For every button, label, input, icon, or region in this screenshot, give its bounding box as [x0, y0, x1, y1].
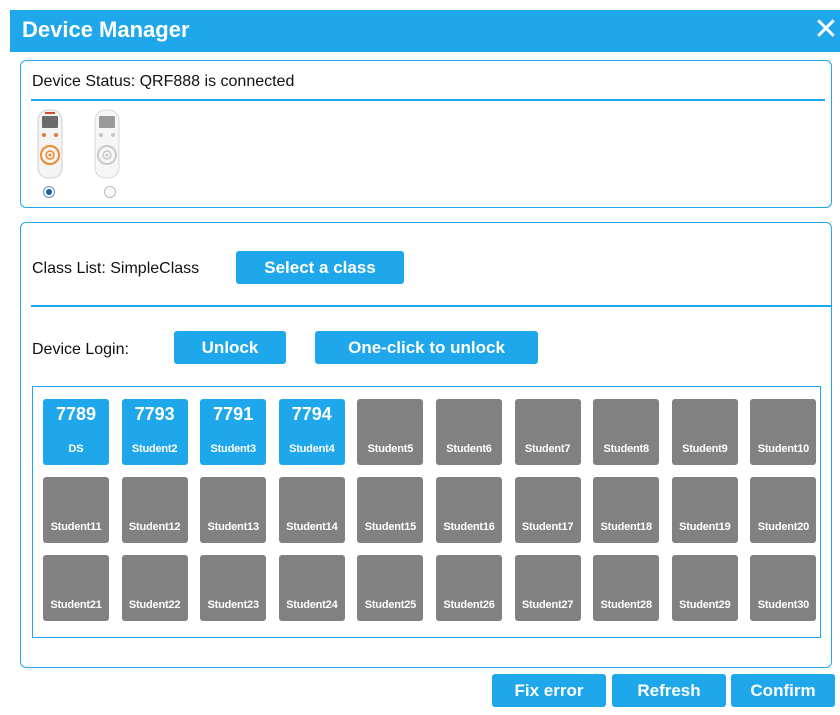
student-name: Student28	[600, 599, 653, 611]
student-name: Student3	[210, 443, 256, 455]
student-tile[interactable]: Student23	[200, 555, 267, 621]
student-name: Student12	[128, 521, 181, 533]
status-divider	[31, 99, 825, 101]
student-name: Student18	[600, 521, 653, 533]
student-name: Student7	[524, 443, 571, 455]
student-name: Student13	[207, 521, 260, 533]
student-name: Student11	[50, 521, 102, 533]
student-name: Student6	[446, 443, 492, 455]
student-tile[interactable]: 7793 Student2	[121, 399, 188, 465]
device-status-panel: Device Status: QRF888 is connected	[20, 60, 832, 208]
refresh-button[interactable]: Refresh	[612, 674, 726, 707]
class-panel: Class List: SimpleClass Select a class D…	[20, 222, 832, 668]
student-name: Student24	[286, 599, 338, 611]
class-divider	[31, 305, 831, 307]
student-name: Student4	[289, 443, 335, 455]
student-tile[interactable]: Student5	[357, 399, 424, 465]
unlock-button[interactable]: Unlock	[174, 331, 286, 364]
student-tile[interactable]: Student25	[357, 555, 424, 621]
select-class-button[interactable]: Select a class	[236, 251, 404, 284]
student-tile[interactable]: Student10	[750, 399, 817, 465]
student-tile[interactable]: Student8	[593, 399, 660, 465]
student-name: Student5	[367, 443, 414, 455]
title-bar: Device Manager ✕	[10, 10, 840, 52]
student-name: Student10	[757, 443, 810, 455]
student-tile[interactable]: Student18	[593, 477, 660, 543]
student-name: Student21	[50, 599, 102, 611]
student-tile[interactable]: Student22	[121, 555, 188, 621]
student-name: DS	[68, 443, 84, 455]
class-list-label: Class List: SimpleClass	[32, 260, 200, 277]
student-tile[interactable]: Student12	[121, 477, 188, 543]
student-tile[interactable]: Student14	[278, 477, 345, 543]
student-name: Student22	[128, 599, 181, 611]
student-tile[interactable]: 7789 DS	[43, 399, 109, 465]
student-name: Student30	[757, 599, 810, 611]
student-name: Student15	[364, 521, 417, 533]
student-tile[interactable]: Student26	[436, 555, 502, 621]
student-device-number: 7791	[213, 404, 254, 424]
student-device-number: 7793	[134, 404, 175, 424]
student-tile[interactable]: Student6	[436, 399, 502, 465]
student-tile[interactable]: Student7	[514, 399, 581, 465]
student-tile[interactable]: Student20	[750, 477, 817, 543]
student-device-number: 7794	[291, 404, 332, 424]
student-name: Student27	[521, 599, 574, 611]
device-radio-2[interactable]	[104, 186, 116, 198]
remote-control-orange-icon[interactable]	[37, 109, 63, 179]
student-name: Student9	[682, 443, 728, 455]
student-tile[interactable]: Student15	[357, 477, 424, 543]
student-tile[interactable]: Student9	[671, 399, 738, 465]
device-radio-1[interactable]	[43, 186, 55, 198]
student-grid: 7789 DS 7793 Student2 7791 Student3 7794 Studen…	[32, 386, 821, 638]
student-tile[interactable]: 7794 Student4	[278, 399, 345, 465]
confirm-button[interactable]: Confirm	[731, 674, 835, 707]
student-name: Student25	[364, 599, 417, 611]
student-tile[interactable]: Student29	[671, 555, 738, 621]
student-name: Student16	[443, 521, 495, 533]
window-title: Device Manager	[22, 17, 190, 42]
student-tile[interactable]: Student11	[43, 477, 109, 543]
student-name: Student2	[131, 443, 178, 455]
student-tile[interactable]: 7791 Student3	[200, 399, 267, 465]
student-tile[interactable]: Student24	[278, 555, 345, 621]
student-name: Student8	[603, 443, 649, 455]
student-name: Student17	[521, 521, 574, 533]
student-device-number: 7789	[55, 404, 97, 424]
close-icon[interactable]: ✕	[812, 13, 840, 49]
student-tile[interactable]: Student16	[436, 477, 502, 543]
student-tile[interactable]: Student17	[514, 477, 581, 543]
one-click-unlock-button[interactable]: One-click to unlock	[315, 331, 538, 364]
student-tile[interactable]: Student28	[593, 555, 660, 621]
device-status-text: Device Status: QRF888 is connected	[32, 73, 295, 90]
student-name: Student19	[679, 521, 731, 533]
student-name: Student23	[207, 599, 260, 611]
fix-error-button[interactable]: Fix error	[492, 674, 606, 707]
student-tile[interactable]: Student21	[43, 555, 109, 621]
student-tile[interactable]: Student27	[514, 555, 581, 621]
student-tile[interactable]: Student19	[671, 477, 738, 543]
student-name: Student14	[286, 521, 338, 533]
remote-control-gray-icon[interactable]	[94, 109, 120, 179]
student-name: Student29	[679, 599, 731, 611]
student-name: Student20	[757, 521, 810, 533]
device-login-label: Device Login:	[32, 341, 129, 358]
student-tile[interactable]: Student13	[200, 477, 267, 543]
student-tile[interactable]: Student30	[750, 555, 817, 621]
student-name: Student26	[443, 599, 495, 611]
